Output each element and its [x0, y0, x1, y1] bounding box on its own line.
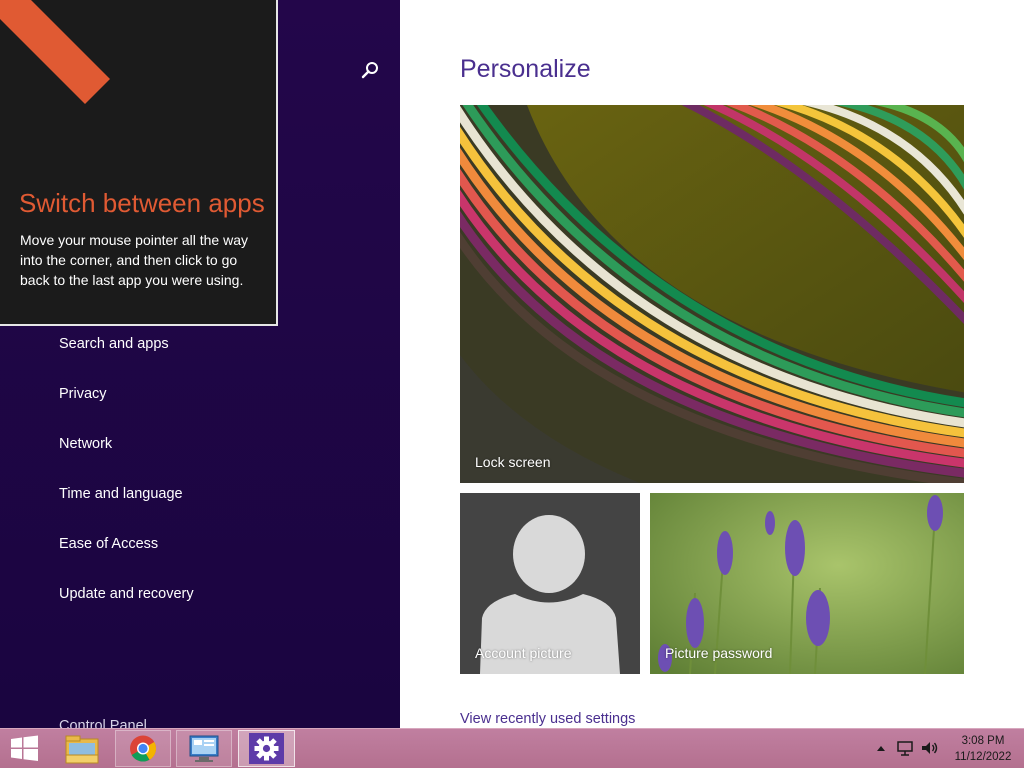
file-explorer-icon — [65, 735, 99, 764]
tip-body: Move your mouse pointer all the way into… — [20, 232, 248, 288]
picture-password-tile[interactable]: Picture password — [650, 493, 964, 674]
taskbar-remote-desktop[interactable] — [176, 730, 232, 767]
settings-sidebar: Search and apps Privacy Network Time and… — [0, 0, 400, 734]
start-button[interactable] — [0, 730, 50, 767]
search-icon[interactable] — [358, 58, 382, 82]
tip-title: Switch between apps — [19, 188, 265, 218]
sidebar-item-privacy[interactable]: Privacy — [59, 386, 107, 402]
tip-popup: Switch between apps Move your mouse poin… — [0, 0, 278, 326]
picture-password-label: Picture password — [665, 645, 773, 661]
sidebar-item-network[interactable]: Network — [59, 436, 112, 452]
view-recent-settings-link[interactable]: View recently used settings — [460, 711, 635, 727]
taskbar-chrome[interactable] — [115, 730, 171, 767]
clock-time: 3:08 PM — [961, 735, 1005, 747]
sidebar-item-time-and-language[interactable]: Time and language — [59, 486, 183, 502]
network-icon[interactable] — [896, 739, 914, 757]
settings-gear-icon — [249, 733, 284, 764]
corner-arrow-icon — [0, 0, 110, 104]
speaker-icon[interactable] — [920, 739, 940, 757]
account-picture-label: Account picture — [475, 645, 572, 661]
sidebar-item-update-and-recovery[interactable]: Update and recovery — [59, 586, 194, 602]
chevron-up-icon[interactable] — [875, 741, 887, 755]
lock-screen-tile[interactable]: Lock screen — [460, 105, 964, 483]
page-title: Personalize — [460, 55, 591, 83]
clock-date: 11/12/2022 — [954, 751, 1012, 763]
taskbar: 3:08 PM 11/12/2022 — [0, 728, 1024, 768]
windows-logo-icon — [11, 735, 38, 761]
sidebar-item-ease-of-access[interactable]: Ease of Access — [59, 536, 158, 552]
account-picture-tile[interactable]: Account picture — [460, 493, 640, 674]
sidebar-item-search-and-apps[interactable]: Search and apps — [59, 336, 169, 352]
clock[interactable]: 3:08 PM 11/12/2022 — [946, 733, 1020, 765]
taskbar-file-explorer[interactable] — [56, 730, 108, 767]
personalize-panel: Personalize Lock screen Account picture … — [400, 0, 1024, 728]
lock-screen-image — [460, 105, 964, 483]
lock-screen-label: Lock screen — [475, 454, 551, 470]
chrome-icon — [130, 735, 157, 762]
taskbar-settings[interactable] — [238, 730, 295, 767]
remote-desktop-icon — [189, 735, 219, 762]
